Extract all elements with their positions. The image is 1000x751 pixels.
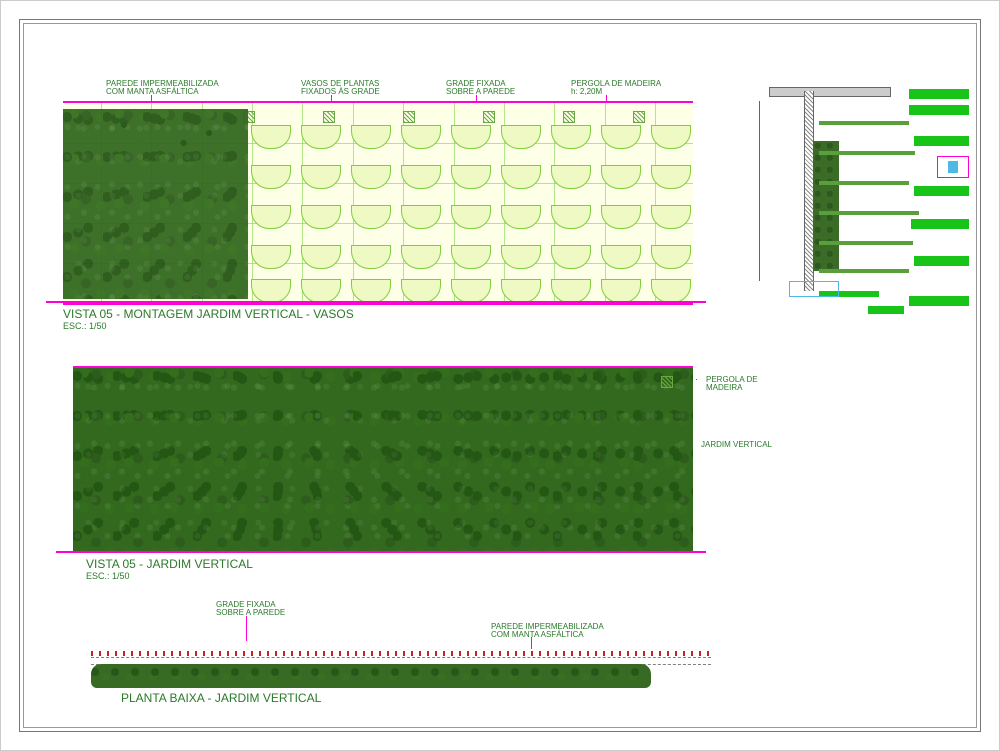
callout-pergola: PERGOLA DE MADEIRA h: 2,20M	[571, 80, 661, 97]
pergola-slat	[819, 269, 909, 273]
pergola-slat	[819, 151, 915, 155]
view2-scale: ESC.: 1/50	[86, 571, 130, 581]
callout-parede: PAREDE IMPERMEABILIZADA COM MANTA ASFÁLT…	[106, 80, 219, 97]
legend-greenbar	[911, 219, 969, 229]
mini-detail	[937, 156, 969, 178]
hatch-icon	[633, 111, 645, 123]
legend-greenbar	[909, 89, 969, 99]
pergola-slat	[819, 121, 909, 125]
leader-plan-1	[246, 616, 247, 641]
baseline-view2	[56, 551, 706, 553]
callout-jardim: JARDIM VERTICAL	[701, 441, 772, 449]
callout-text: MADEIRA	[706, 383, 742, 392]
view1-vertical-garden-assembly	[63, 101, 693, 305]
leader	[696, 379, 697, 380]
pergola-slat	[819, 211, 919, 215]
callout-parede-plan: PAREDE IMPERMEABILIZADA COM MANTA ASFÁLT…	[491, 623, 604, 640]
legend-greenbar	[914, 256, 969, 266]
callout-grade-plan: GRADE FIXADA SOBRE A PAREDE	[216, 601, 285, 618]
callout-text: h: 2,20M	[571, 87, 602, 96]
callout-text: FIXADOS ÀS GRADE	[301, 87, 380, 96]
mini-detail-fill	[948, 161, 958, 173]
baseline-view1	[46, 301, 706, 303]
legend-greenbar	[914, 186, 969, 196]
legend-greenbar	[868, 306, 904, 314]
pergola-slat	[819, 181, 909, 185]
callout-text: SOBRE A PAREDE	[216, 608, 285, 617]
view2-title: VISTA 05 - JARDIM VERTICAL	[86, 557, 253, 571]
pergola-beam	[769, 87, 891, 97]
planting-foliage-plan	[91, 664, 651, 688]
legend-greenbar	[909, 296, 969, 306]
hatch-icon	[563, 111, 575, 123]
callout-pergola-v2: PERGOLA DE MADEIRA	[706, 376, 758, 393]
hatch-icon	[483, 111, 495, 123]
view3-title: PLANTA BAIXA - JARDIM VERTICAL	[121, 691, 321, 705]
hatch-icon	[403, 111, 415, 123]
hatch-icon	[661, 376, 673, 388]
wall-hatch-icon	[91, 651, 711, 656]
planting-foliage	[73, 368, 693, 553]
view2-vertical-garden	[73, 366, 693, 553]
legend-greenbar	[914, 136, 969, 146]
legend-greenbar	[909, 105, 969, 115]
view1-title: VISTA 05 - MONTAGEM JARDIM VERTICAL - VA…	[63, 307, 354, 321]
planting-foliage-detail	[813, 141, 839, 271]
detail-box-icon	[789, 281, 839, 297]
callout-vasos: VASOS DE PLANTAS FIXADOS ÀS GRADE	[301, 80, 380, 97]
section-detail	[749, 81, 929, 311]
plant-cluster	[73, 113, 243, 153]
callout-text: COM MANTA ASFÁLTICA	[106, 87, 199, 96]
callout-grade: GRADE FIXADA SOBRE A PAREDE	[446, 80, 515, 97]
view3-plan	[91, 639, 711, 689]
hatch-icon	[323, 111, 335, 123]
view1-scale: ESC.: 1/50	[63, 321, 107, 331]
dim-line	[759, 101, 760, 281]
pergola-slat	[819, 241, 913, 245]
drawing-sheet: PAREDE IMPERMEABILIZADA COM MANTA ASFÁLT…	[0, 0, 1000, 751]
callout-text: SOBRE A PAREDE	[446, 87, 515, 96]
